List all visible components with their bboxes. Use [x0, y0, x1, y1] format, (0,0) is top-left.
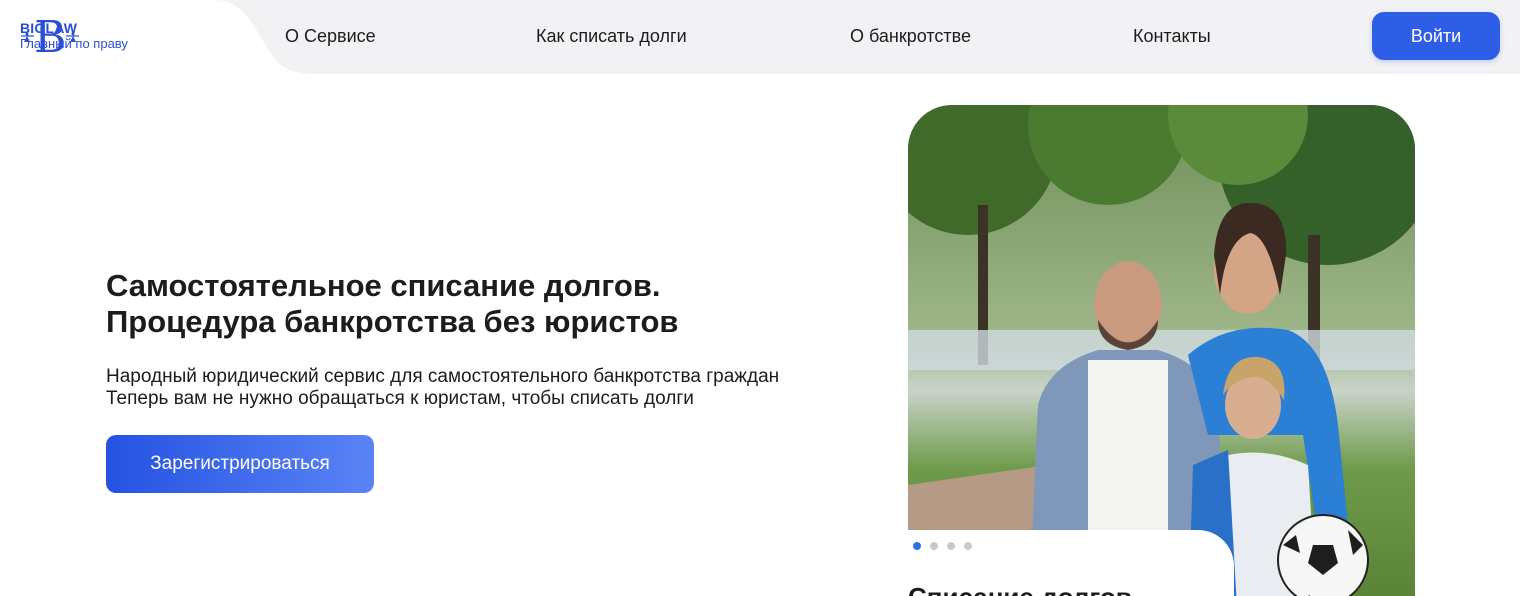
slider-pagination — [913, 542, 972, 550]
slider-dot-1[interactable] — [913, 542, 921, 550]
hero-subtitle: Народный юридический сервис для самостоя… — [106, 366, 866, 410]
hero-subtitle-line: Теперь вам не нужно обращаться к юристам… — [106, 388, 694, 409]
nav-item-about-service[interactable]: О Сервисе — [285, 24, 376, 48]
svg-text:B: B — [34, 12, 66, 58]
hero-slider-image — [908, 105, 1415, 596]
nav-item-contacts[interactable]: Контакты — [1133, 24, 1211, 48]
hero-subtitle-line: Народный юридический сервис для самостоя… — [106, 366, 780, 387]
brand-logo-link[interactable]: B BIGLAW Главный по праву — [20, 12, 128, 60]
biglaw-scales-logo-icon: B — [21, 12, 79, 58]
page: B BIGLAW Главный по праву О Сервисе Как … — [0, 0, 1520, 596]
slider-dot-2[interactable] — [930, 542, 938, 550]
register-button[interactable]: Зарегистрироваться — [106, 435, 374, 493]
slider-caption-card: Списание долгов — [908, 530, 1234, 596]
hero-title-line: Процедура банкротства без юристов — [106, 304, 679, 339]
header-white-tab — [0, 0, 320, 74]
slider-dot-4[interactable] — [964, 542, 972, 550]
slider-caption-title: Списание долгов — [908, 582, 1132, 596]
nav-item-how-to-write-off-debts[interactable]: Как списать долги — [536, 24, 687, 48]
login-button[interactable]: Войти — [1372, 12, 1500, 60]
hero-title: Самостоятельное списание долгов. Процеду… — [106, 268, 806, 340]
nav-item-about-bankruptcy[interactable]: О банкротстве — [850, 24, 971, 48]
site-header: B BIGLAW Главный по праву О Сервисе Как … — [0, 0, 1520, 74]
hero-title-line: Самостоятельное списание долгов. — [106, 268, 661, 303]
slider-dot-3[interactable] — [947, 542, 955, 550]
family-photo-illustration — [908, 105, 1415, 596]
